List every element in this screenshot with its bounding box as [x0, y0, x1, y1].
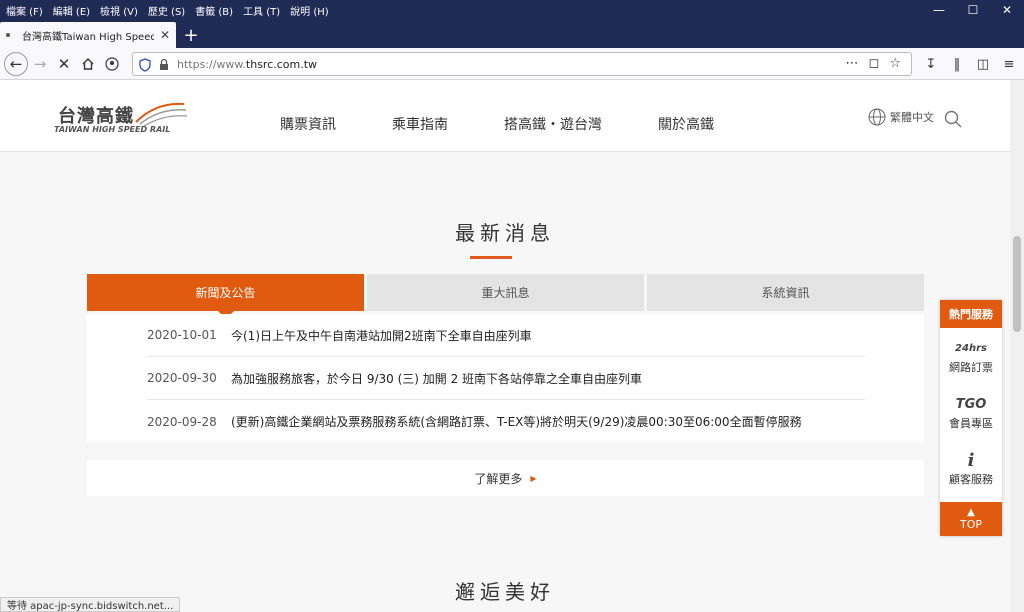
hamburger-menu-icon[interactable]: ≡	[1000, 52, 1018, 76]
tracking-shield-icon[interactable]	[139, 58, 151, 72]
online-booking-label: 網路訂票	[949, 361, 993, 374]
minimize-icon[interactable]: —	[922, 0, 956, 20]
news-text[interactable]: (更新)高鐵企業網站及票務服務系統(含網路訂票、T-EX等)將於明天(9/29)…	[231, 413, 802, 430]
search-icon[interactable]	[944, 110, 962, 128]
language-label: 繁體中文	[890, 111, 934, 124]
download-icon[interactable]: ↧	[922, 52, 940, 76]
menu-view[interactable]: 檢視 (V)	[100, 3, 138, 18]
thsr-logo[interactable]: 台灣高鐵 TAIWAN HIGH SPEED RAIL	[54, 100, 194, 140]
site-header: 台灣高鐵 TAIWAN HIGH SPEED RAIL 購票資訊 乘車指南 搭高…	[0, 80, 1010, 152]
news-date: 2020-10-01	[147, 328, 217, 342]
hot-services-panel: 熱門服務 24hrs 網路訂票 TGO 會員專區 i 顧客服務 ▲ TOP	[940, 300, 1002, 536]
info-icon: i	[967, 449, 975, 471]
title-underline	[470, 256, 512, 259]
url-host: thsrc.com.tw	[245, 57, 318, 71]
page-actions-icon[interactable]: ⋯	[846, 56, 859, 71]
back-to-top-button[interactable]: ▲ TOP	[940, 502, 1002, 536]
news-date: 2020-09-28	[147, 414, 217, 429]
news-item[interactable]: 2020-09-30 為加強服務旅客，於今日 9/30 (三) 加開 2 班南下…	[147, 357, 865, 400]
customer-service-label: 顧客服務	[949, 473, 993, 486]
tgo-icon: TGO	[955, 396, 987, 412]
url-protocol: https://www.	[177, 57, 246, 71]
menu-help[interactable]: 說明 (H)	[290, 3, 329, 18]
news-section-title: 最新消息	[455, 221, 555, 245]
more-link[interactable]: 了解更多 ▶	[87, 460, 924, 496]
tab-close-icon[interactable]: ✕	[160, 28, 170, 42]
top-label: TOP	[959, 517, 982, 531]
menu-bar: 檔案 (F) 編輯 (E) 檢視 (V) 歷史 (S) 書籤 (B) 工具 (T…	[0, 0, 1024, 20]
menu-file[interactable]: 檔案 (F)	[6, 3, 43, 18]
nav-about[interactable]: 關於高鐵	[658, 114, 714, 134]
news-text[interactable]: 今(1)日上午及中午自南港站加開2班南下全車自由座列車	[231, 327, 532, 344]
sidebar-icon[interactable]: ◫	[974, 52, 992, 76]
url-bar[interactable]: https://www. thsrc.com.tw ⋯ ◻ ☆	[132, 52, 912, 76]
news-list: 2020-10-01 今(1)日上午及中午自南港站加開2班南下全車自由座列車 2…	[87, 314, 924, 442]
tab-news-announcements[interactable]: 新聞及公告	[87, 274, 364, 319]
member-area-link[interactable]: TGO 會員專區	[940, 384, 1002, 440]
main-nav: 購票資訊 乘車指南 搭高鐵・遊台灣 關於高鐵	[280, 114, 714, 134]
news-tabs: 新聞及公告 重大訊息 系統資訊	[87, 274, 924, 319]
arrow-right-icon: ▶	[530, 473, 537, 483]
lock-icon[interactable]	[159, 58, 169, 71]
language-switch[interactable]: 繁體中文	[868, 108, 934, 126]
bookmark-star-icon[interactable]: ☆	[889, 56, 901, 71]
status-bar: 等待 apac-jp-sync.bidswitch.net...	[0, 597, 181, 612]
nav-ticket-info[interactable]: 購票資訊	[280, 114, 336, 134]
stop-icon[interactable]: ✕	[52, 52, 76, 76]
member-area-label: 會員專區	[949, 417, 993, 430]
back-icon[interactable]: ←	[4, 51, 28, 76]
customer-service-link[interactable]: i 顧客服務	[940, 440, 1002, 496]
news-date: 2020-09-30	[147, 371, 217, 385]
maximize-icon[interactable]: ☐	[956, 0, 990, 20]
tab-major-info[interactable]: 重大訊息	[367, 274, 644, 311]
chevron-up-icon: ▲	[967, 506, 975, 518]
menu-bookmarks[interactable]: 書籤 (B)	[195, 3, 233, 18]
forward-icon[interactable]: →	[28, 52, 52, 76]
24hrs-icon: 24hrs	[955, 342, 987, 354]
news-item[interactable]: 2020-09-28 (更新)高鐵企業網站及票務服務系統(含網路訂票、T-EX等…	[147, 400, 865, 443]
tab-system-info[interactable]: 系統資訊	[647, 274, 924, 311]
news-text[interactable]: 為加強服務旅客，於今日 9/30 (三) 加開 2 班南下各站停靠之全車自由座列…	[231, 370, 642, 387]
menu-edit[interactable]: 編輯 (E)	[53, 3, 90, 18]
close-window-icon[interactable]: ✕	[990, 0, 1024, 20]
account-icon[interactable]	[100, 52, 124, 76]
pocket-icon[interactable]: ◻	[869, 56, 880, 71]
new-tab-icon[interactable]: +	[180, 24, 202, 46]
menu-tools[interactable]: 工具 (T)	[243, 3, 280, 18]
web-page: 台灣高鐵 TAIWAN HIGH SPEED RAIL 購票資訊 乘車指南 搭高…	[0, 80, 1010, 612]
vertical-scrollbar[interactable]	[1010, 80, 1024, 612]
home-icon[interactable]	[76, 52, 100, 76]
logo-en: TAIWAN HIGH SPEED RAIL	[54, 125, 171, 134]
more-label: 了解更多	[474, 471, 523, 486]
menu-history[interactable]: 歷史 (S)	[148, 3, 185, 18]
loading-icon	[6, 33, 10, 37]
tab-title: 台灣高鐵Taiwan High Speed R	[22, 31, 154, 43]
library-icon[interactable]: ‖	[948, 52, 966, 76]
hot-services-title: 熱門服務	[940, 300, 1002, 328]
nav-toolbar: ← → ✕ https://www. thsrc.com.tw ⋯ ◻ ☆ ↧ ‖…	[0, 48, 1024, 80]
online-booking-link[interactable]: 24hrs 網路訂票	[940, 328, 1002, 384]
browser-tab[interactable]: 台灣高鐵Taiwan High Speed R ✕	[0, 22, 176, 48]
nav-travel-taiwan[interactable]: 搭高鐵・遊台灣	[504, 114, 602, 134]
news-item[interactable]: 2020-10-01 今(1)日上午及中午自南港站加開2班南下全車自由座列車	[147, 314, 865, 357]
scrollbar-thumb[interactable]	[1013, 236, 1021, 332]
tab-strip: 台灣高鐵Taiwan High Speed R ✕ +	[0, 20, 1024, 48]
nav-riding-guide[interactable]: 乘車指南	[392, 114, 448, 134]
globe-icon	[868, 108, 886, 126]
